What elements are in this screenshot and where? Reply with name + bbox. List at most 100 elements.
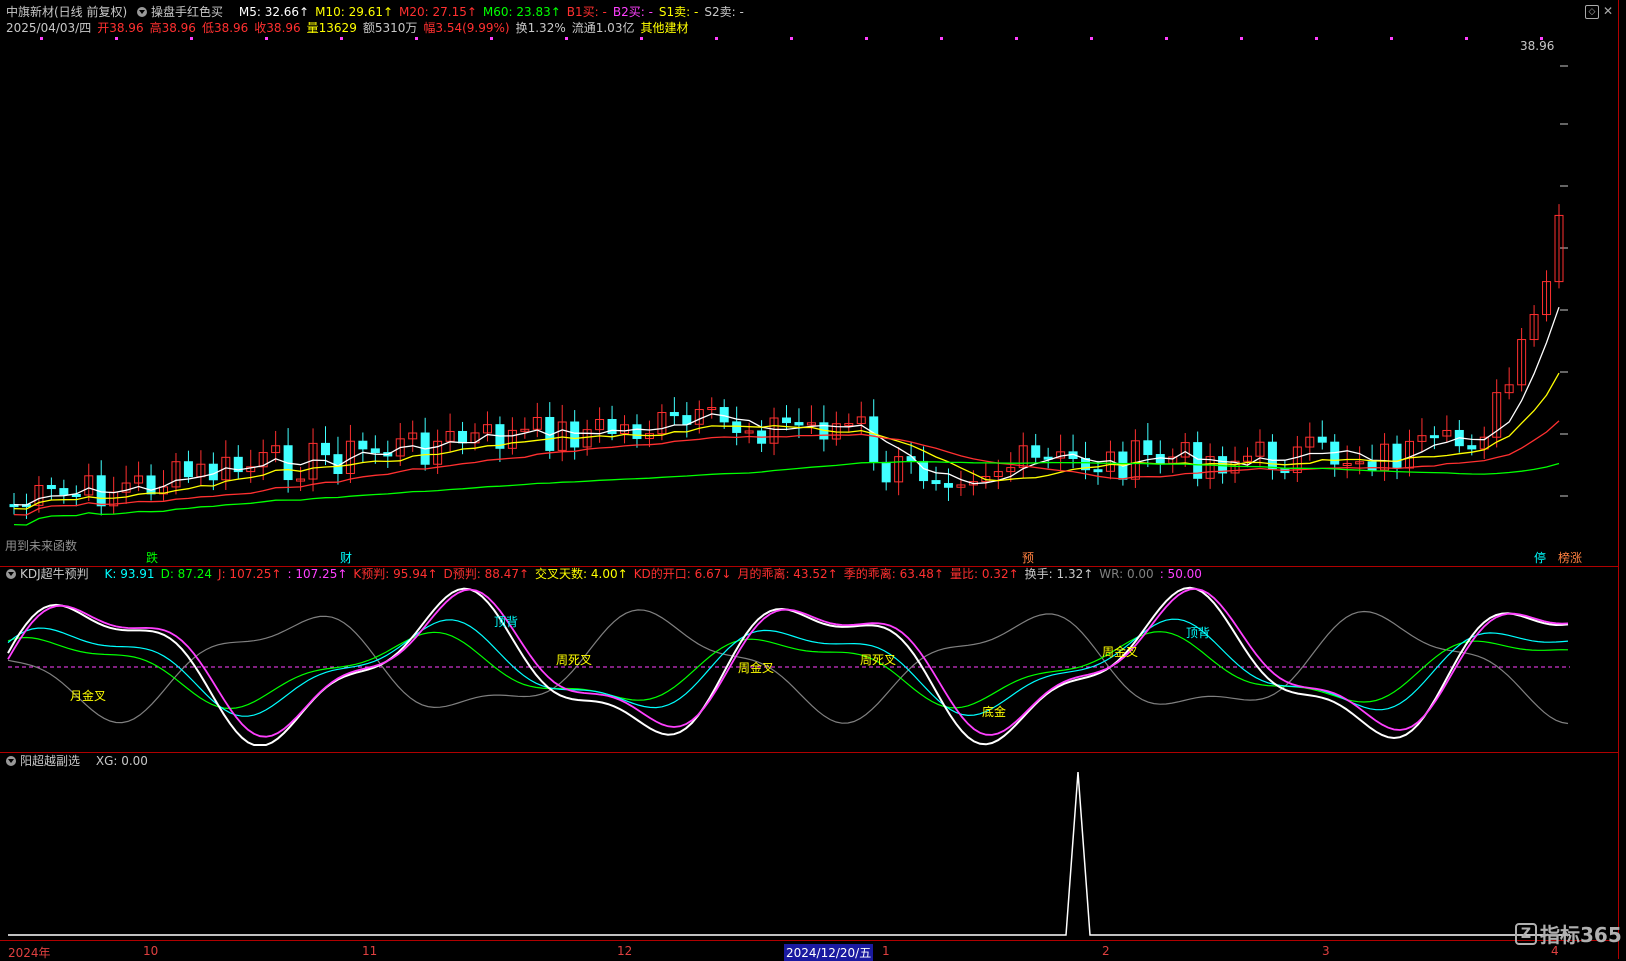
signal-dot bbox=[265, 37, 268, 40]
kdj-value: KD的开口: 6.67↓ bbox=[633, 567, 732, 581]
kdj-annotation: 周金叉 bbox=[738, 661, 775, 675]
kdj-value: K预判: 95.94↑ bbox=[353, 567, 438, 581]
signal-dot bbox=[715, 37, 718, 40]
time-axis-label: 10 bbox=[143, 944, 159, 958]
candle-body bbox=[794, 422, 804, 426]
candle-body bbox=[1093, 469, 1103, 473]
marker-bangzhang: 榜涨 bbox=[1558, 551, 1583, 565]
kdj-annotation: 顶背 bbox=[1186, 626, 1211, 640]
candle-body bbox=[370, 448, 380, 454]
signal-dot bbox=[340, 37, 343, 40]
candle-body bbox=[881, 461, 891, 483]
signal-dot bbox=[415, 37, 418, 40]
signal-dot bbox=[790, 37, 793, 40]
panel-divider-axis bbox=[0, 940, 1618, 941]
kdj-menu[interactable]: KDJ超牛预判 bbox=[6, 567, 95, 581]
candle-body bbox=[358, 440, 368, 450]
dropdown-icon[interactable] bbox=[6, 755, 16, 766]
quote-info-item: 换1.32% bbox=[515, 21, 566, 35]
candle-body bbox=[1143, 440, 1153, 456]
candle-body bbox=[1392, 443, 1402, 469]
time-axis-label: 2 bbox=[1102, 944, 1110, 958]
kdj-value: D预判: 88.47↑ bbox=[443, 567, 530, 581]
signal-dot bbox=[865, 37, 868, 40]
quote-info-item: 其他建材 bbox=[640, 21, 689, 35]
signal-dot bbox=[40, 37, 43, 40]
signal-dot bbox=[1465, 37, 1468, 40]
kdj-line bbox=[7, 631, 1569, 710]
dropdown-icon[interactable] bbox=[6, 568, 16, 579]
candle-body bbox=[869, 416, 879, 463]
kdj-value: : 107.25↑ bbox=[287, 567, 348, 581]
indicator-menu[interactable]: 操盘手红色买 bbox=[137, 5, 229, 19]
candle-body bbox=[320, 442, 330, 456]
signal-dot bbox=[940, 37, 943, 40]
ma-value: S2卖: - bbox=[704, 5, 744, 19]
time-axis-label: 12 bbox=[617, 944, 633, 958]
kdj-value: J: 107.25↑ bbox=[218, 567, 282, 581]
candle-body bbox=[59, 488, 69, 495]
kdj-value: : 50.00 bbox=[1159, 567, 1202, 581]
kdj-annotation: 周金叉 bbox=[1102, 645, 1139, 659]
watermark-text: 指标365 bbox=[1540, 923, 1622, 947]
stock-title[interactable]: 中旗新材(日线 前复权) bbox=[6, 5, 127, 19]
candle-body bbox=[931, 480, 941, 485]
candle-body bbox=[1031, 445, 1041, 458]
candle-body bbox=[669, 412, 679, 417]
chart-canvas[interactable] bbox=[0, 0, 1626, 959]
quote-info-row: 2025/04/03/四 开38.96 高38.96 低38.96 收38.96 量136… bbox=[6, 20, 694, 36]
quote-info-item: 幅3.54(9.99%) bbox=[423, 21, 510, 35]
last-price-label: 38.96 bbox=[1520, 39, 1555, 53]
xg-line bbox=[8, 771, 1570, 936]
indicator-name[interactable]: 操盘手红色买 bbox=[151, 5, 223, 19]
kdj-annotation: 周死叉 bbox=[860, 653, 897, 667]
candle-body bbox=[183, 461, 193, 478]
kdj-annotation: 底金 bbox=[982, 705, 1007, 719]
time-axis-label: 1 bbox=[882, 944, 890, 958]
candle-body bbox=[570, 421, 580, 448]
marker-die: 跌 bbox=[146, 551, 159, 565]
ma-values: M5: 32.66↑ M10: 29.61↑ M20: 27.15↑ M60: 23.… bbox=[239, 5, 750, 19]
kdj-annotation: 月金叉 bbox=[70, 689, 107, 703]
close-icon[interactable]: ✕ bbox=[1603, 5, 1615, 17]
kdj-value: 交叉天数: 4.00↑ bbox=[535, 567, 628, 581]
kdj-header-row: KDJ超牛预判 K: 93.91 D: 87.24 J: 107.25↑: 107.… bbox=[6, 566, 1214, 582]
xg-name[interactable]: 阳超越副选 bbox=[20, 754, 80, 768]
dropdown-icon[interactable] bbox=[137, 6, 148, 17]
candle-body bbox=[146, 475, 156, 495]
kdj-annotation: 顶背 bbox=[494, 615, 519, 629]
kdj-annotation: 周死叉 bbox=[556, 653, 593, 667]
main-header-row: 中旗新材(日线 前复权) 操盘手红色买 M5: 32.66↑ M10: 29.61… bbox=[6, 4, 756, 20]
xg-menu[interactable]: 阳超越副选 bbox=[6, 754, 86, 768]
ma-value: B1买: - bbox=[566, 5, 607, 19]
xg-header-row: 阳超越副选 XG: 0.00 bbox=[6, 753, 154, 769]
kdj-value: 月的乖离: 43.52↑ bbox=[737, 567, 838, 581]
candle-body bbox=[943, 483, 953, 488]
quote-info-item: 开38.96 bbox=[97, 21, 144, 35]
quote-info-item: 流通1.03亿 bbox=[571, 21, 635, 35]
ma-value: M10: 29.61↑ bbox=[315, 5, 394, 19]
signal-dot bbox=[1090, 37, 1093, 40]
collapse-icon[interactable]: ◇ bbox=[1585, 5, 1599, 19]
quote-info-item: 额5310万 bbox=[362, 21, 418, 35]
signal-dot bbox=[190, 37, 193, 40]
time-axis-label: 3 bbox=[1322, 944, 1330, 958]
time-axis-label: 2024年 bbox=[8, 946, 51, 960]
right-axis-border bbox=[1618, 0, 1619, 959]
marker-cai: 财 bbox=[340, 551, 353, 565]
candle-body bbox=[719, 407, 729, 423]
signal-dot bbox=[115, 37, 118, 40]
kdj-value: 换手: 1.32↑ bbox=[1024, 567, 1094, 581]
candle-body bbox=[1429, 435, 1439, 439]
future-function-note: 用到未来函数 bbox=[5, 539, 78, 553]
candle-body bbox=[1467, 445, 1477, 450]
xg-value: XG: 0.00 bbox=[95, 754, 148, 768]
kdj-value: WR: 0.00 bbox=[1099, 567, 1154, 581]
signal-dot bbox=[565, 37, 568, 40]
ma-value: M60: 23.83↑ bbox=[482, 5, 561, 19]
quote-info-item: 量13629 bbox=[306, 21, 357, 35]
kdj-name[interactable]: KDJ超牛预判 bbox=[20, 567, 89, 581]
kdj-value: K: 93.91 bbox=[104, 567, 155, 581]
logo-icon: Z bbox=[1515, 922, 1537, 945]
kdj-line bbox=[7, 587, 1569, 738]
